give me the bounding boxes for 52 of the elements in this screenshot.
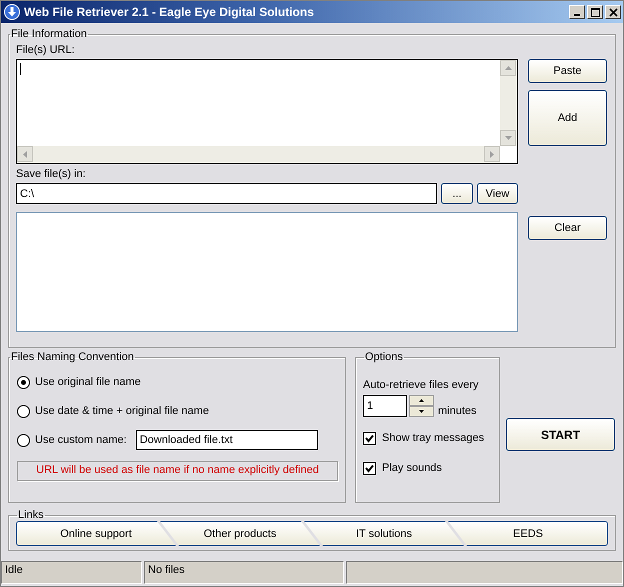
maximize-button[interactable] (587, 5, 603, 19)
window-title: Web File Retriever 2.1 - Eagle Eye Digital Solutions (24, 5, 315, 19)
close-button[interactable] (605, 5, 621, 19)
file-list[interactable] (16, 212, 518, 332)
down-arrow-icon (419, 410, 424, 413)
clear-button[interactable]: Clear (528, 216, 607, 240)
paste-button[interactable]: Paste (528, 59, 607, 83)
add-button[interactable]: Add (528, 90, 607, 146)
link-tab[interactable]: EEDS (448, 521, 608, 546)
group-title: File Information (10, 28, 88, 40)
radio-button[interactable] (17, 376, 30, 388)
minimize-icon (574, 14, 580, 16)
interval-field[interactable]: 1 (363, 395, 407, 417)
group-title: Options (364, 351, 404, 363)
url-input-field[interactable] (16, 59, 518, 164)
minutes-label: minutes (438, 405, 477, 417)
browse-button[interactable]: ... (441, 183, 473, 204)
radio-button[interactable] (17, 404, 30, 418)
left-arrow-icon (23, 150, 27, 158)
custom-name-field[interactable]: Downloaded file.txt (136, 430, 318, 450)
url-label: File(s) URL: (16, 44, 76, 58)
minimize-button[interactable] (569, 5, 585, 19)
checkbox-label[interactable]: Play sounds (382, 462, 442, 474)
link-tab[interactable]: Other products (160, 521, 320, 546)
link-tab[interactable]: Online support (16, 521, 176, 546)
status-bar-cell: Idle (1, 561, 142, 584)
spinner-buttons[interactable] (409, 395, 434, 417)
save-label: Save file(s) in: (16, 168, 87, 182)
info-note: URL will be used as file name if no name explicitly defined (17, 461, 338, 481)
right-arrow-icon (490, 150, 494, 158)
radio-label[interactable]: Use custom name: (35, 434, 127, 446)
checkbox-label[interactable]: Show tray messages (382, 432, 484, 444)
radio-label[interactable]: Use original file name (35, 376, 141, 388)
radio-label[interactable]: Use date & time + original file name (35, 405, 209, 417)
view-button[interactable]: View (477, 183, 518, 204)
group-title: Links (17, 509, 45, 521)
maximize-icon (590, 8, 600, 16)
checkbox[interactable] (363, 462, 376, 474)
down-arrow-icon (504, 136, 512, 140)
start-button[interactable]: START (506, 418, 615, 451)
up-arrow-icon (504, 66, 512, 70)
close-icon (608, 8, 618, 16)
checkbox[interactable] (363, 432, 376, 444)
save-path-field[interactable]: C:\ (16, 183, 437, 204)
auto-retrieve-label: Auto-retrieve files every (363, 379, 480, 391)
radio-button[interactable] (17, 434, 30, 446)
vertical-scrollbar[interactable] (500, 60, 517, 146)
link-tab[interactable]: IT solutions (304, 521, 464, 546)
status-bar-cell: No files (144, 561, 344, 584)
group-title: Files Naming Convention (10, 351, 135, 363)
up-arrow-icon (419, 399, 424, 402)
horizontal-scrollbar[interactable] (17, 146, 500, 163)
